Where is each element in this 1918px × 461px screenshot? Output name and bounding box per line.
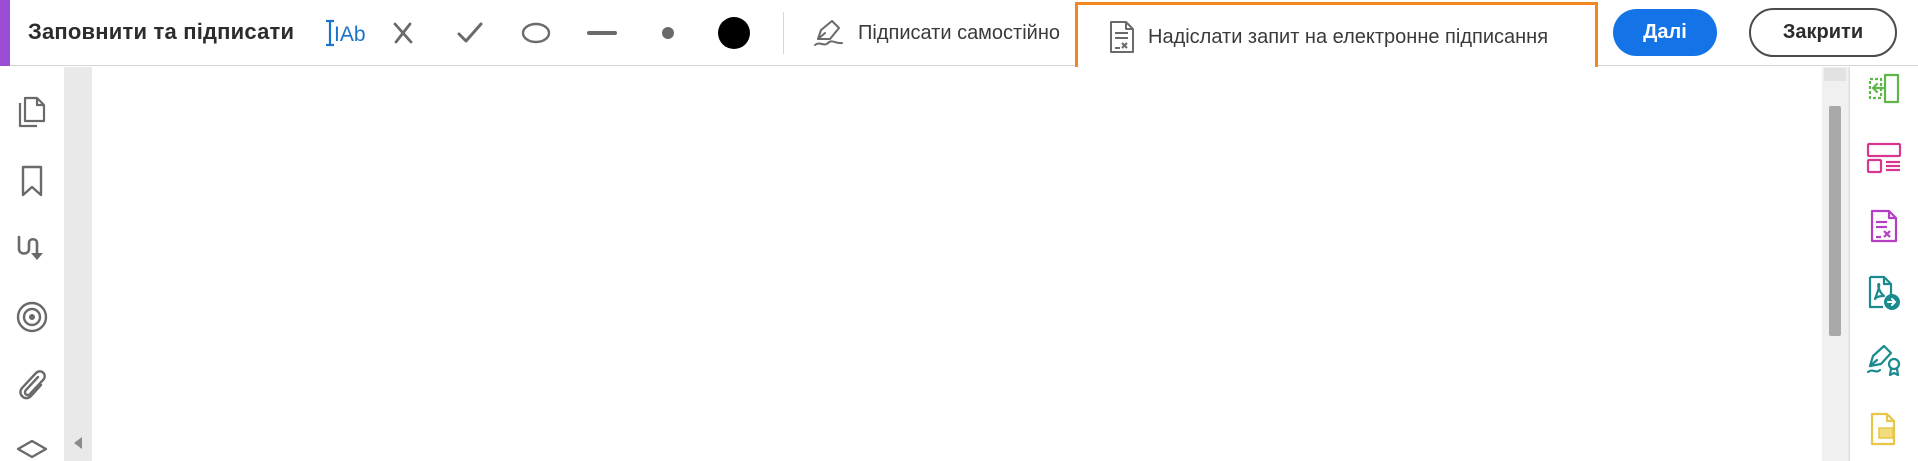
toolbar-title: Заповнити та підписати — [28, 19, 295, 44]
layers-target-icon — [16, 301, 48, 333]
document-signature-icon — [1110, 21, 1134, 53]
attachment-icon — [19, 370, 46, 400]
layers-button[interactable] — [12, 429, 52, 461]
document-page[interactable] — [92, 67, 1822, 461]
line-tool[interactable] — [582, 13, 622, 53]
line-icon — [587, 31, 617, 35]
ellipse-icon — [521, 22, 551, 44]
cross-mark-icon — [393, 22, 413, 44]
export-pdf-icon — [1868, 73, 1900, 104]
signatures-panel-button[interactable] — [12, 229, 52, 269]
organize-pages-tool[interactable] — [1864, 138, 1904, 178]
scroll-up-button[interactable] — [1824, 68, 1846, 81]
layers-stack-icon — [16, 439, 48, 459]
page-thumbnails-icon — [18, 96, 46, 128]
attachments-button[interactable] — [12, 364, 52, 404]
fill-sign-toolbar: Заповнити та підписати IAb Підписати сам… — [0, 0, 1918, 72]
check-mark-icon — [457, 22, 483, 43]
cross-mark-tool[interactable] — [383, 13, 423, 53]
small-dot-icon — [662, 27, 674, 39]
edit-pdf-icon — [1870, 209, 1898, 243]
check-mark-tool[interactable] — [450, 13, 490, 53]
dot-tool[interactable] — [648, 13, 688, 53]
sign-yourself-button[interactable]: Підписати самостійно — [812, 13, 1060, 53]
signatures-panel-icon — [17, 235, 43, 260]
text-tool-label: IAb — [334, 23, 366, 46]
comment-icon — [1870, 412, 1896, 446]
color-swatch-icon — [718, 17, 750, 49]
left-navigation-pane — [0, 67, 64, 461]
request-esignatures-label: Надіслати запит на електронне підписання — [1148, 25, 1549, 48]
bookmark-icon — [21, 165, 43, 197]
organize-pages-icon — [1866, 142, 1902, 174]
comment-tool[interactable] — [1864, 409, 1904, 449]
export-pdf-tool[interactable] — [1864, 69, 1904, 109]
next-button[interactable]: Далі — [1613, 9, 1717, 56]
edit-pdf-tool[interactable] — [1864, 206, 1904, 246]
share-pdf-icon — [1868, 275, 1900, 310]
right-tools-pane — [1849, 67, 1918, 461]
share-pdf-tool[interactable] — [1864, 273, 1904, 313]
request-esignatures-button[interactable]: Надіслати запит на електронне підписання — [1075, 2, 1598, 72]
fill-sign-tool[interactable] — [1864, 339, 1904, 379]
close-button[interactable]: Закрити — [1749, 8, 1897, 57]
add-text-tool[interactable]: IAb — [320, 13, 370, 53]
bookmarks-button[interactable] — [12, 161, 52, 201]
toolbar-divider — [783, 12, 784, 54]
ellipse-tool[interactable] — [516, 13, 556, 53]
collapse-pane-arrow[interactable] — [71, 434, 85, 452]
fill-sign-icon — [1866, 344, 1901, 376]
accent-strip — [0, 0, 10, 66]
text-field-icon: IAb — [326, 19, 366, 47]
accessibility-button[interactable] — [12, 297, 52, 337]
page-thumbnails-button[interactable] — [12, 92, 52, 132]
color-picker[interactable] — [714, 13, 754, 53]
fountain-pen-icon — [814, 20, 843, 46]
sign-yourself-label: Підписати самостійно — [858, 21, 1061, 44]
triangle-left-icon — [74, 437, 82, 449]
scrollbar-thumb[interactable] — [1829, 106, 1841, 336]
